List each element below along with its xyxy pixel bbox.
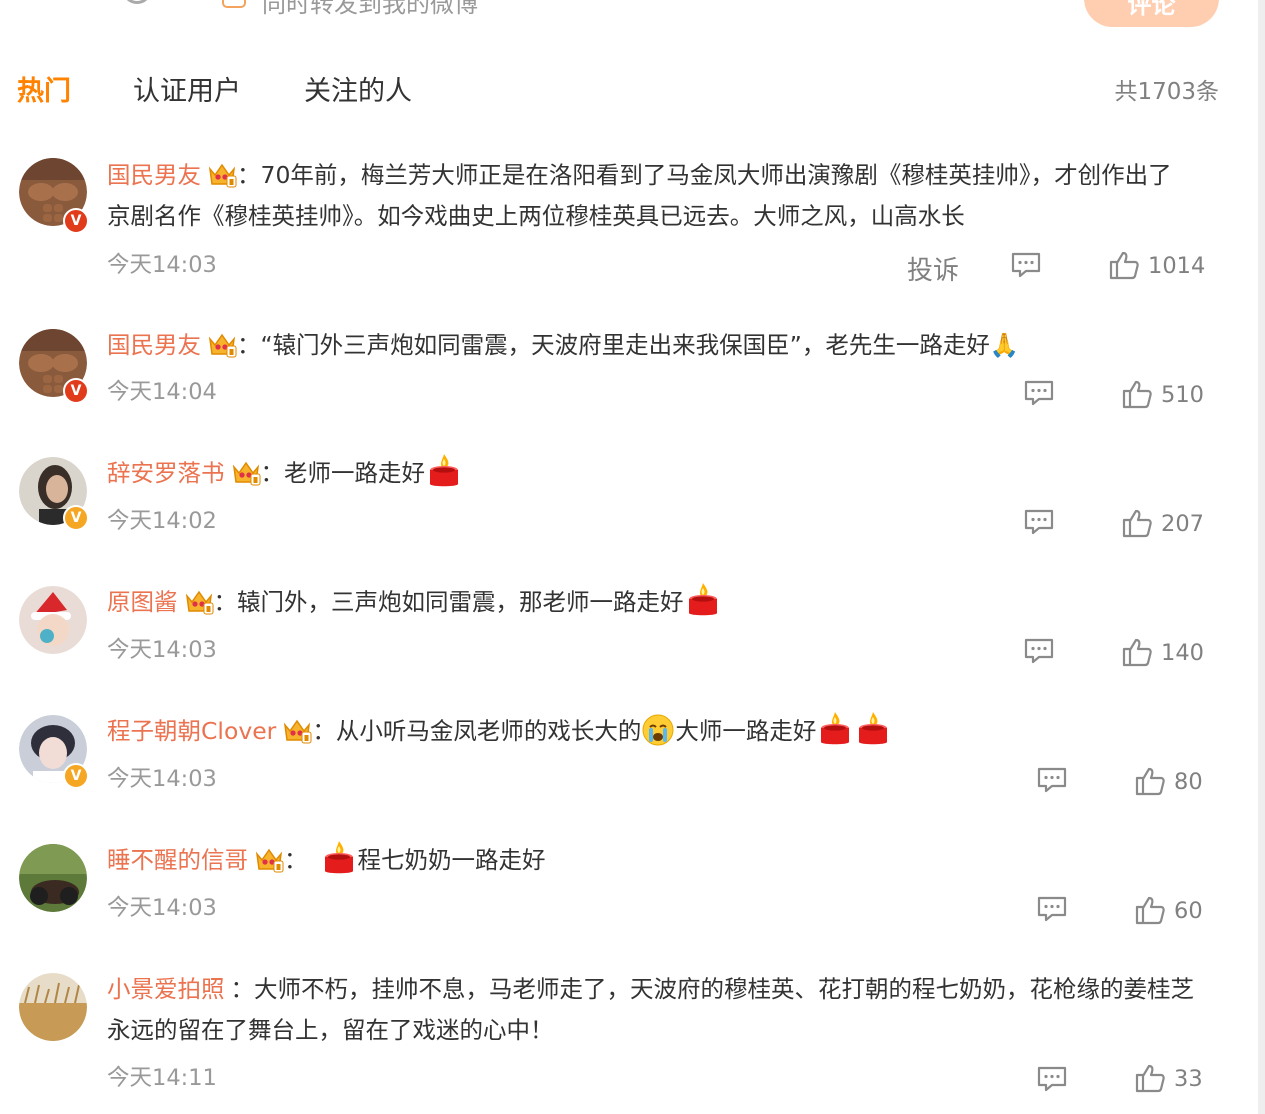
candle-emoji-icon: [322, 840, 356, 876]
colon: ：: [237, 161, 261, 189]
vip-crown-icon: [282, 716, 312, 744]
comment-text: 大师不朽，挂帅不息，马老师走了，天波府的穆桂英、花打朝的程七奶奶，花枪缘的姜桂芝: [254, 975, 1194, 1003]
report-button[interactable]: 投诉: [907, 250, 959, 287]
comment-text-line: 京剧名作《穆桂英挂帅》。如今戏曲史上两位穆桂英具已远去。大师之风，山高水长: [107, 196, 1225, 237]
comment-time: 今天14:03: [107, 766, 217, 792]
like-icon: [1122, 508, 1152, 538]
candle-emoji-icon: [856, 711, 890, 747]
comment-text: 程七奶奶一路走好: [357, 846, 546, 874]
colon: ：: [260, 459, 285, 487]
like-icon: [1109, 250, 1139, 280]
comment-time: 今天14:04: [107, 379, 217, 405]
colon: ：: [230, 975, 255, 1003]
like-icon: [1122, 637, 1152, 667]
like-count: 140: [1161, 640, 1204, 666]
comment-text-line: 原图酱 ：辕门外，三声炮如同雷震，那老师一路走好: [107, 582, 1225, 623]
vip-crown-icon: [184, 587, 214, 615]
tab-hot[interactable]: 热门: [17, 70, 71, 114]
emoji-icon[interactable]: [122, 0, 152, 4]
comment-time: 今天14:03: [107, 895, 217, 921]
verified-badge-icon: V: [63, 208, 89, 234]
tab-verified-users[interactable]: 认证用户: [133, 70, 241, 114]
comment-text-line: 睡不醒的信哥 ： 程七奶奶一路走好: [107, 840, 1225, 881]
like-count: 33: [1174, 1066, 1203, 1092]
page-scrollbar[interactable]: [1258, 0, 1265, 1114]
colon: ：: [312, 717, 336, 745]
comment-time: 今天14:03: [107, 252, 217, 278]
like-icon: [1135, 766, 1165, 796]
verified-badge-icon: V: [63, 505, 89, 531]
like-count: 1014: [1148, 253, 1206, 279]
like-count: 510: [1161, 382, 1204, 408]
comment-text: 老师一路走好: [284, 459, 425, 487]
vip-crown-icon: [254, 845, 284, 873]
reply-icon[interactable]: [1036, 766, 1068, 794]
comment-text: “辕门外三声炮如同雷震，天波府里走出来我保国臣”，老先生一路走好🙏: [260, 331, 1020, 359]
reply-icon[interactable]: [1010, 251, 1042, 279]
comment-time: 今天14:03: [107, 637, 217, 663]
comment-text-line: 永远的留在了舞台上，留在了戏迷的心中！: [107, 1010, 1225, 1051]
verified-badge-icon: V: [63, 378, 89, 404]
like-count: 207: [1161, 511, 1204, 537]
like-count: 80: [1174, 769, 1203, 795]
comment-text: 京剧名作《穆桂英挂帅》。如今戏曲史上两位穆桂英具已远去。大师之风，山高水长: [107, 202, 965, 230]
comment-username[interactable]: 程子朝朝Clover: [107, 717, 276, 745]
comment-time: 今天14:02: [107, 508, 217, 534]
reply-icon[interactable]: [1023, 637, 1055, 665]
reply-icon[interactable]: [1023, 508, 1055, 536]
comment-username[interactable]: 睡不醒的信哥: [107, 846, 248, 874]
comment-text-line: 国民男友 ：70年前，梅兰芳大师正是在洛阳看到了马金凤大师出演豫剧《穆桂英挂帅》，…: [107, 155, 1225, 196]
comment-username[interactable]: 小景爱拍照: [107, 975, 225, 1003]
candle-emoji-icon: [818, 711, 852, 747]
reply-icon[interactable]: [1036, 895, 1068, 923]
like-icon: [1135, 1063, 1165, 1093]
comment-filter-tabs: 热门 认证用户 关注的人 共1703条: [0, 70, 1265, 116]
colon: ：: [237, 331, 261, 359]
reply-icon[interactable]: [1023, 379, 1055, 407]
like-count: 60: [1174, 898, 1203, 924]
verified-badge-icon: V: [63, 763, 89, 789]
user-avatar[interactable]: [19, 586, 87, 654]
comment-time: 今天14:11: [107, 1065, 217, 1091]
comment-text: 大师一路走好: [675, 717, 817, 745]
comment-username[interactable]: 国民男友: [107, 161, 201, 189]
user-avatar[interactable]: [19, 844, 87, 912]
vip-crown-icon: [207, 330, 237, 358]
comment-text: 从小听马金凤老师的戏长大的: [335, 717, 642, 745]
comment-text: 70年前，梅兰芳大师正是在洛阳看到了马金凤大师出演豫剧《穆桂英挂帅》，才创作出了: [260, 161, 1172, 189]
comment-text: 辕门外，三声炮如同雷震，那老师一路走好: [237, 588, 684, 616]
crying-emoji-icon: [642, 714, 674, 746]
comment-username[interactable]: 原图酱: [107, 588, 178, 616]
vip-crown-icon: [231, 458, 261, 486]
candle-emoji-icon: [686, 582, 720, 618]
colon: ：: [284, 846, 308, 874]
user-avatar[interactable]: [19, 973, 87, 1041]
comment-text: 永远的留在了舞台上，留在了戏迷的心中！: [107, 1016, 554, 1044]
tab-following[interactable]: 关注的人: [304, 70, 412, 114]
comment-composer-footer: 同时转发到我的微博 评论: [0, 0, 1265, 30]
forward-checkbox[interactable]: [222, 0, 246, 8]
candle-emoji-icon: [427, 453, 461, 489]
like-icon: [1135, 895, 1165, 925]
comment-total-count: 共1703条: [1114, 79, 1219, 105]
comment-username[interactable]: 国民男友: [107, 331, 201, 359]
post-comment-button[interactable]: 评论: [1084, 0, 1219, 27]
reply-icon[interactable]: [1036, 1065, 1068, 1093]
comment-text-line: 辞安罗落书 ：老师一路走好: [107, 453, 1225, 494]
comment-text-line: 小景爱拍照 ：大师不朽，挂帅不息，马老师走了，天波府的穆桂英、花打朝的程七奶奶，花…: [107, 969, 1225, 1010]
vip-crown-icon: [207, 160, 237, 188]
like-icon: [1122, 379, 1152, 409]
comment-text-line: 程子朝朝Clover ：从小听马金凤老师的戏长大的 大师一路走好: [107, 711, 1225, 752]
comment-text-line: 国民男友 ：“辕门外三声炮如同雷震，天波府里走出来我保国臣”，老先生一路走好🙏: [107, 325, 1225, 366]
comment-username[interactable]: 辞安罗落书: [107, 459, 225, 487]
colon: ：: [213, 588, 238, 616]
forward-label: 同时转发到我的微博: [262, 0, 478, 18]
